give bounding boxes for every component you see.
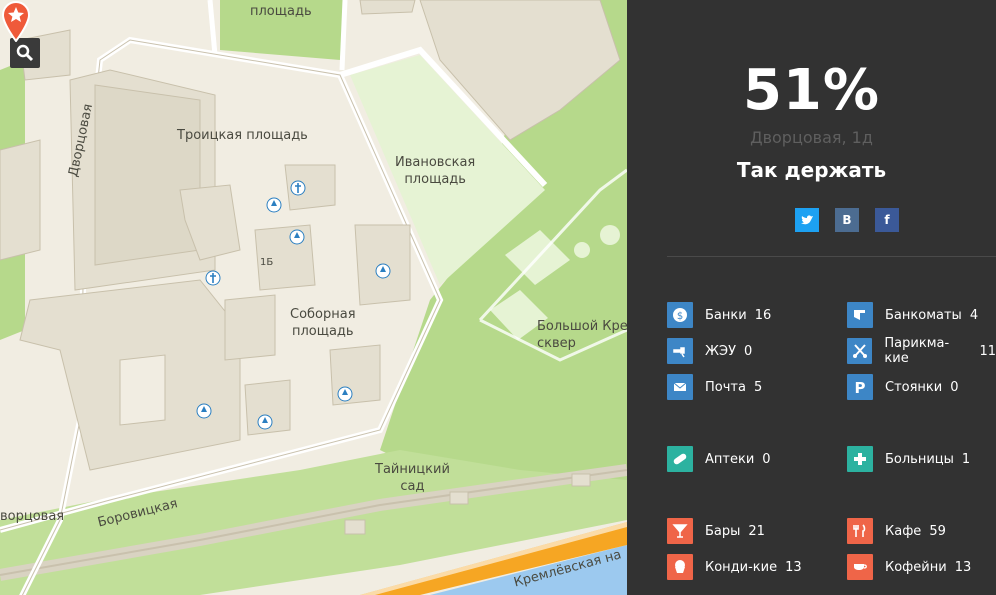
category-count: 1 (961, 451, 971, 467)
svg-text:P: P (855, 379, 866, 395)
category-label: Парикма-кие (884, 336, 950, 366)
map-view[interactable]: площадь Троицкая площадь Ивановская площ… (0, 0, 627, 595)
label-building-1b: 1Б (260, 257, 274, 268)
category-label: Банкоматы (885, 307, 962, 323)
category-label: Почта (705, 379, 746, 395)
motto-text: Так держать (736, 158, 887, 182)
category-count: 59 (929, 523, 946, 539)
church-icon[interactable] (205, 270, 221, 286)
category-count: 5 (753, 379, 763, 395)
parking-icon: P (847, 374, 873, 400)
label-big-kremlin-square: Большой Кремл сквер (537, 319, 627, 351)
fork-knife-icon (847, 518, 873, 544)
mail-icon (667, 374, 693, 400)
bank-icon: $ (667, 302, 693, 328)
label-trinity-square: Троицкая площадь (177, 128, 308, 143)
category-confectionery[interactable]: Конди-кие 13 (667, 554, 802, 580)
category-barbers[interactable]: Парикма-кие 11 (847, 336, 996, 366)
category-label: Стоянки (885, 379, 943, 395)
category-label: Больницы (885, 451, 954, 467)
category-bars[interactable]: Бары 21 (667, 518, 765, 544)
pill-icon (667, 446, 693, 472)
church-icon[interactable] (266, 197, 282, 213)
category-hospitals[interactable]: Больницы 1 (847, 446, 970, 472)
church-icon[interactable] (290, 180, 306, 196)
twitter-icon (801, 215, 813, 225)
category-count: 13 (785, 559, 802, 575)
category-count: 0 (950, 379, 959, 395)
address-text: Дворцовая, 1д (750, 128, 873, 147)
category-label: Бары (705, 523, 741, 539)
label-tainitsky-garden: Тайницкий сад (375, 462, 450, 494)
cocktail-icon (667, 518, 693, 544)
location-marker-icon[interactable] (0, 0, 32, 42)
twitter-share-button[interactable] (795, 208, 819, 232)
svg-text:$: $ (677, 311, 683, 322)
church-icon[interactable] (375, 263, 391, 279)
category-cafes[interactable]: Кафе 59 (847, 518, 946, 544)
category-label: Банки (705, 307, 747, 323)
score-percent: 51% (742, 58, 881, 123)
category-coffee[interactable]: Кофейни 13 (847, 554, 971, 580)
category-label: ЖЭУ (705, 343, 737, 359)
coffee-cup-icon (847, 554, 873, 580)
scissors-icon (847, 338, 873, 364)
facebook-share-button[interactable]: f (875, 208, 899, 232)
category-atms[interactable]: Банкоматы 4 (847, 302, 978, 328)
category-label: Аптеки (705, 451, 755, 467)
category-housing[interactable]: ЖЭУ 0 (667, 338, 752, 364)
category-count: 4 (969, 307, 979, 323)
category-count: 21 (748, 523, 765, 539)
church-icon[interactable] (337, 386, 353, 402)
category-count: 13 (954, 559, 972, 575)
label-ivanovskaya-square: Ивановская площадь (395, 155, 476, 187)
search-button[interactable] (10, 38, 40, 68)
cupcake-icon (667, 554, 693, 580)
divider (667, 256, 996, 257)
map-canvas[interactable] (0, 0, 627, 595)
category-parking[interactable]: P Стоянки 0 (847, 374, 959, 400)
church-icon[interactable] (289, 229, 305, 245)
category-count: 0 (744, 343, 753, 359)
category-count: 0 (762, 451, 771, 467)
category-count: 11 (979, 343, 996, 359)
category-pharmacies[interactable]: Аптеки 0 (667, 446, 771, 472)
label-cathedral-square: Соборная площадь (290, 307, 356, 339)
vk-share-button[interactable]: В (835, 208, 859, 232)
category-label: Кофейни (885, 559, 947, 575)
category-label: Конди-кие (705, 559, 778, 575)
church-icon[interactable] (257, 414, 273, 430)
label-dvortsovaya-street-2: ворцовая (0, 509, 65, 524)
category-count: 16 (754, 307, 772, 323)
church-icon[interactable] (196, 403, 212, 419)
vk-icon: В (842, 213, 852, 227)
info-panel: 51% Дворцовая, 1д Так держать В f $ Банк… (627, 0, 996, 595)
category-post[interactable]: Почта 5 (667, 374, 762, 400)
category-label: Кафе (885, 523, 922, 539)
hospital-cross-icon (847, 446, 873, 472)
label-top-square: площадь (250, 4, 312, 19)
facebook-icon: f (884, 213, 890, 227)
search-icon (16, 44, 34, 62)
atm-icon (847, 302, 873, 328)
housing-office-icon (667, 338, 693, 364)
category-banks[interactable]: $ Банки 16 (667, 302, 771, 328)
